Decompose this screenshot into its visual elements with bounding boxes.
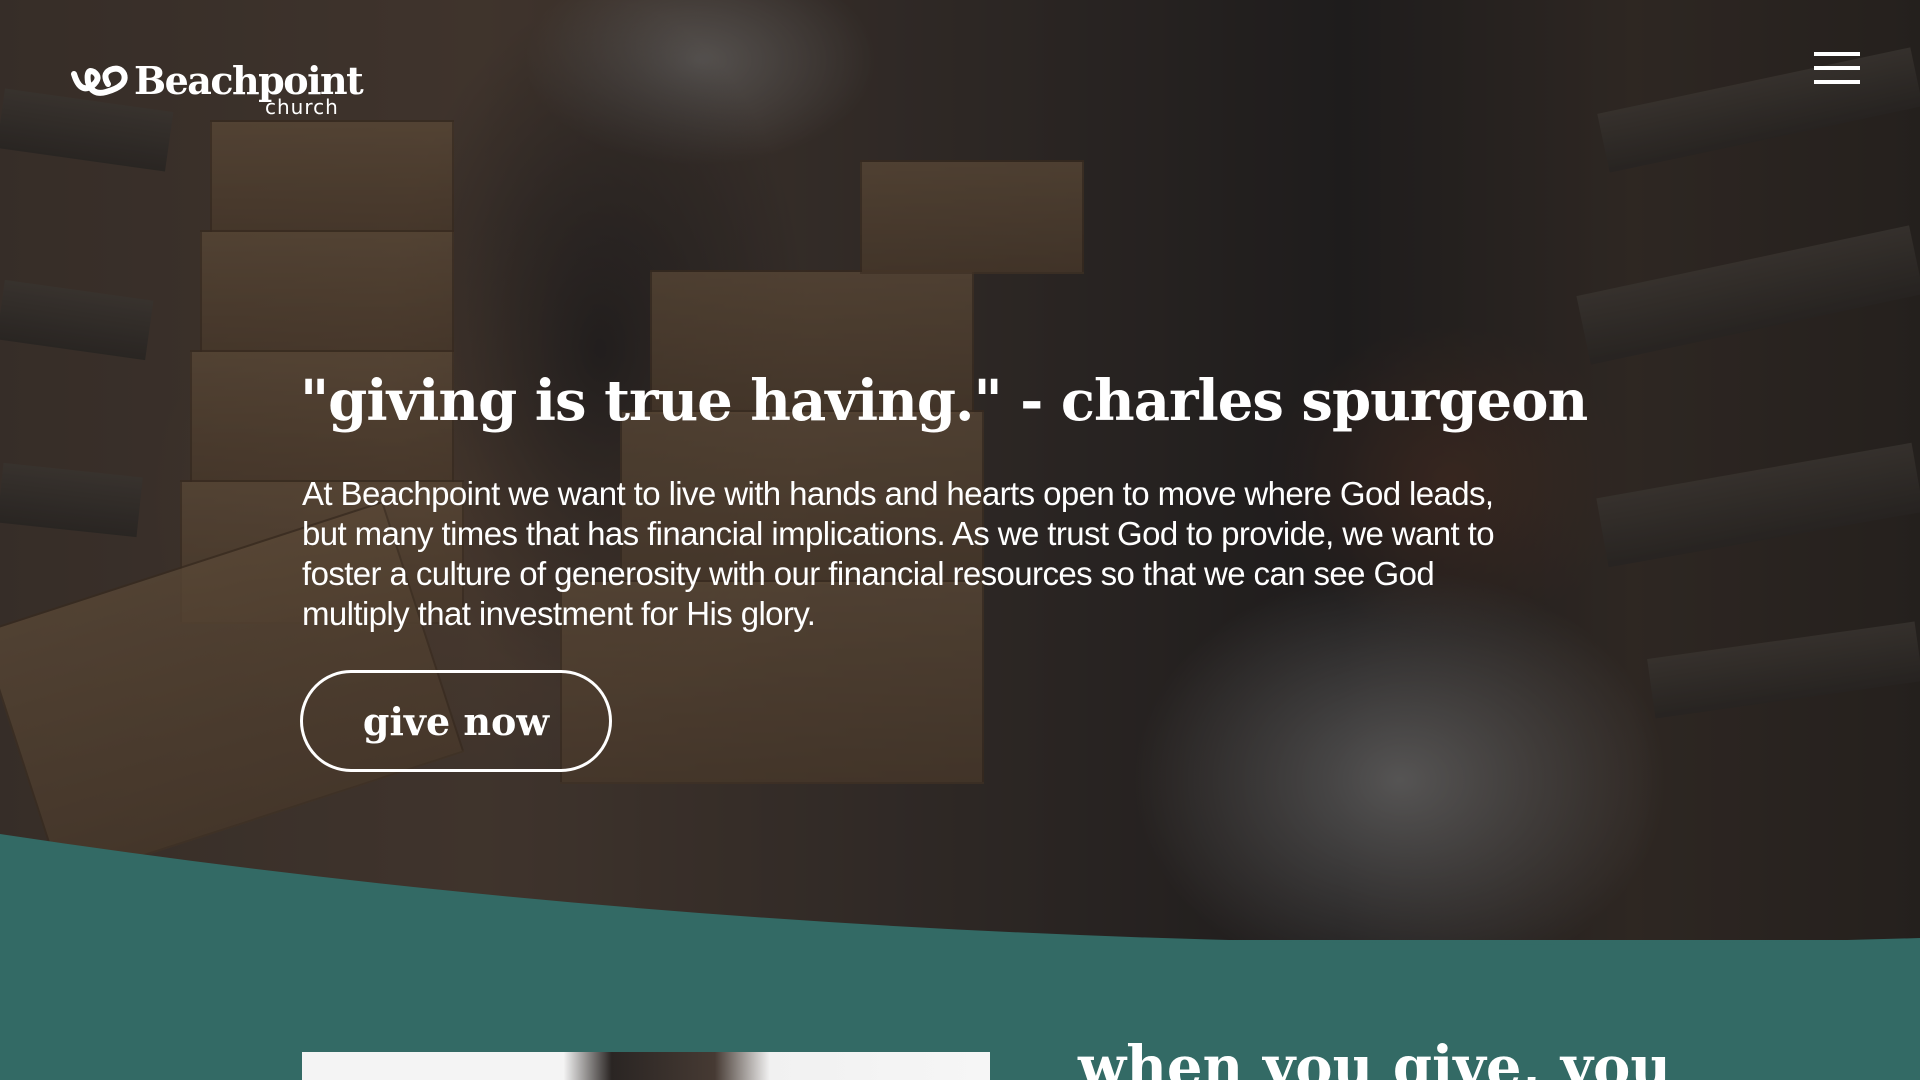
- hero-background-photo: [0, 0, 1920, 940]
- hero-quote-heading: "giving is true having." - charles spurg…: [300, 368, 1588, 434]
- give-now-button[interactable]: give now: [300, 670, 612, 772]
- page: Beachpoint church "giving is true having…: [0, 0, 1920, 1080]
- hero-body-text: At Beachpoint we want to live with hands…: [302, 475, 1495, 632]
- section-photo: [302, 1052, 990, 1080]
- logo-mark-icon: [71, 65, 128, 96]
- section-heading: when you give, you: [1078, 1034, 1672, 1080]
- site-logo[interactable]: Beachpoint church: [70, 58, 370, 122]
- hamburger-menu-icon[interactable]: [1814, 50, 1862, 86]
- logo-subtext: church: [265, 95, 339, 119]
